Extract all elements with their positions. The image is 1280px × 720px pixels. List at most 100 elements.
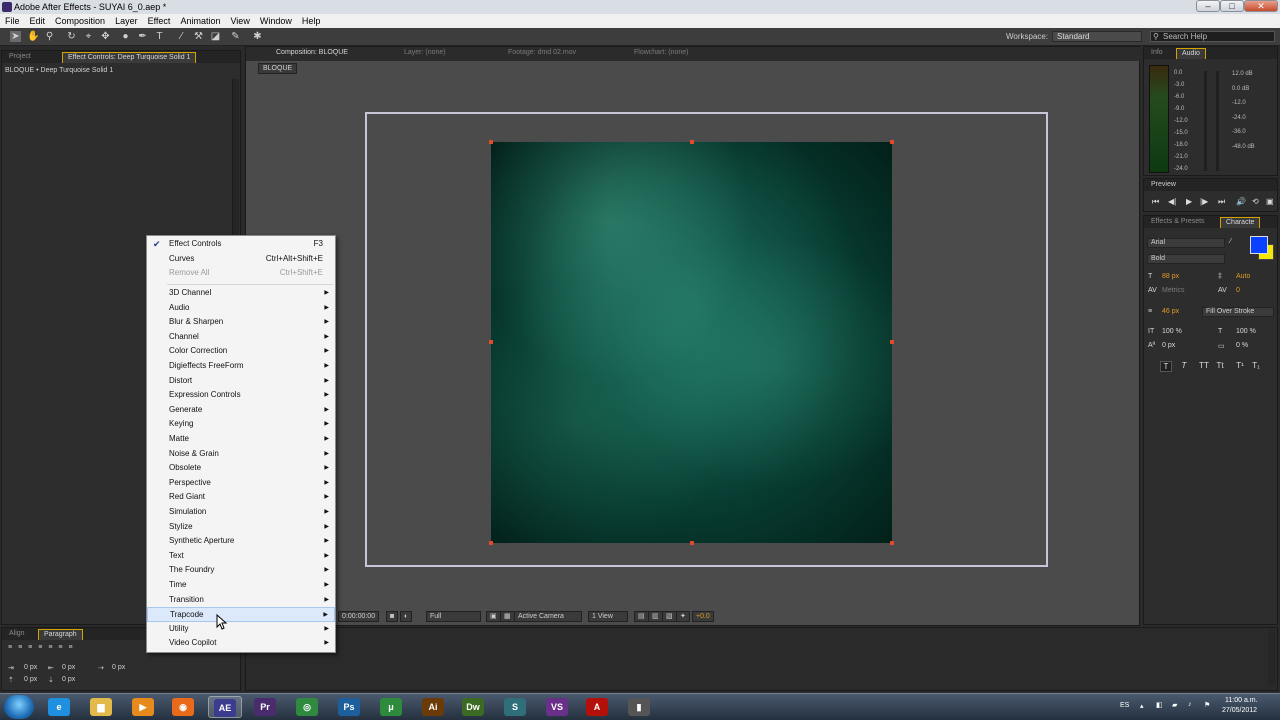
- mask-tool-icon[interactable]: ●: [120, 31, 131, 42]
- exposure-value[interactable]: +0.0: [692, 611, 714, 622]
- superscript-button[interactable]: T¹: [1234, 361, 1246, 372]
- first-frame-icon[interactable]: ⏮: [1152, 197, 1159, 207]
- menu-item-video-copilot[interactable]: Video Copilot ▶: [147, 636, 335, 651]
- menu-item-audio[interactable]: Audio ▶: [147, 301, 335, 316]
- menu-item-synthetic-aperture[interactable]: Synthetic Aperture ▶: [147, 534, 335, 549]
- kerning-value[interactable]: Metrics: [1162, 287, 1185, 294]
- brush-tool-icon[interactable]: ⁄: [176, 31, 187, 42]
- misc-app-icon[interactable]: ▮: [622, 696, 656, 718]
- last-frame-icon[interactable]: ⏭: [1218, 197, 1225, 207]
- menu-item-stylize[interactable]: Stylize ▶: [147, 520, 335, 535]
- layer-handle[interactable]: [489, 140, 493, 144]
- clone-stamp-icon[interactable]: ⚒: [193, 31, 204, 42]
- view-layout-select[interactable]: 1 View: [588, 611, 628, 622]
- language-indicator[interactable]: ES: [1120, 702, 1129, 709]
- after-effects-icon[interactable]: AE: [208, 696, 242, 718]
- menu-item-transition[interactable]: Transition ▶: [147, 593, 335, 608]
- indent-right-value[interactable]: 0 px: [62, 664, 75, 671]
- tray-arrow-icon[interactable]: ▴: [1140, 702, 1144, 710]
- menu-file[interactable]: File: [0, 14, 25, 28]
- paragraph-align-buttons[interactable]: ≡≡≡≡≡≡≡: [8, 644, 79, 651]
- menu-item-matte[interactable]: Matte ▶: [147, 432, 335, 447]
- region-icon[interactable]: ▣: [486, 611, 501, 622]
- leading-value[interactable]: Auto: [1236, 273, 1250, 280]
- eyedropper-icon[interactable]: ⁄: [1230, 238, 1231, 245]
- clock-time[interactable]: 11:00 a.m.: [1225, 697, 1258, 704]
- audio-slider-right[interactable]: [1216, 71, 1219, 171]
- menu-item-red-giant[interactable]: Red Giant ▶: [147, 490, 335, 505]
- photoshop-icon[interactable]: Ps: [332, 696, 366, 718]
- ram-preview-icon[interactable]: ▣: [1266, 197, 1274, 206]
- flag-icon[interactable]: ⚑: [1204, 701, 1210, 709]
- layer-handle[interactable]: [489, 340, 493, 344]
- loop-icon[interactable]: ⟲: [1252, 197, 1259, 206]
- layer-handle[interactable]: [890, 340, 894, 344]
- menu-item-obsolete[interactable]: Obsolete ▶: [147, 461, 335, 476]
- menu-item-simulation[interactable]: Simulation ▶: [147, 505, 335, 520]
- illustrator-icon[interactable]: Ai: [416, 696, 450, 718]
- tab-layer[interactable]: Layer: (none): [404, 49, 446, 56]
- tab-effects-presets[interactable]: Effects & Presets: [1146, 217, 1210, 228]
- menu-edit[interactable]: Edit: [25, 14, 51, 28]
- first-line-value[interactable]: 0 px: [112, 664, 125, 671]
- space-before-value[interactable]: 0 px: [24, 676, 37, 683]
- faux-bold-button[interactable]: T: [1160, 361, 1172, 372]
- rotation-tool-icon[interactable]: ↻: [66, 31, 77, 42]
- toggle-pixel-icon[interactable]: ▤: [634, 611, 649, 622]
- stroke-width-value[interactable]: 46 px: [1162, 308, 1179, 315]
- workspace-select[interactable]: Standard: [1052, 31, 1142, 42]
- network-icon[interactable]: ▰: [1172, 701, 1177, 709]
- teal-texture-layer[interactable]: [491, 142, 892, 543]
- menu-item-noise-grain[interactable]: Noise & Grain ▶: [147, 447, 335, 462]
- menu-view[interactable]: View: [225, 14, 254, 28]
- play-icon[interactable]: ▶: [1186, 197, 1192, 206]
- space-after-value[interactable]: 0 px: [62, 676, 75, 683]
- menu-item-channel[interactable]: Channel ▶: [147, 330, 335, 345]
- tab-audio[interactable]: Audio: [1176, 48, 1206, 59]
- zoom-tool-icon[interactable]: ⚲: [44, 31, 55, 42]
- tab-effect-controls[interactable]: Effect Controls: Deep Turquoise Solid 1: [62, 52, 197, 63]
- audio-slider-left[interactable]: [1204, 71, 1207, 171]
- search-help-input[interactable]: ⚲ Search Help: [1150, 31, 1275, 42]
- font-size-value[interactable]: 88 px: [1162, 273, 1179, 280]
- sync-icon[interactable]: S: [498, 696, 532, 718]
- minimize-button[interactable]: –: [1196, 0, 1220, 12]
- all-caps-button[interactable]: TT: [1198, 361, 1210, 372]
- menu-item-digieffects-freeform[interactable]: Digieffects FreeForm ▶: [147, 359, 335, 374]
- menu-item-remove-all[interactable]: Remove All Ctrl+Shift+E: [147, 266, 335, 281]
- transparency-grid-icon[interactable]: ▦: [500, 611, 515, 622]
- font-family-select[interactable]: Arial: [1147, 238, 1225, 248]
- menu-item-perspective[interactable]: Perspective ▶: [147, 476, 335, 491]
- tab-flowchart[interactable]: Flowchart: (none): [634, 49, 688, 56]
- camera-tool-icon[interactable]: ⌖: [83, 31, 94, 42]
- premiere-icon[interactable]: Pr: [248, 696, 282, 718]
- flowchart-icon[interactable]: ✦: [676, 611, 690, 622]
- pen-tool-icon[interactable]: ✒: [137, 31, 148, 42]
- prev-frame-icon[interactable]: ◀|: [1168, 197, 1176, 206]
- menu-composition[interactable]: Composition: [50, 14, 110, 28]
- maximize-button[interactable]: □: [1220, 0, 1244, 12]
- acrobat-icon[interactable]: A: [580, 696, 614, 718]
- tab-preview[interactable]: Preview: [1146, 180, 1181, 191]
- tab-paragraph[interactable]: Paragraph: [38, 629, 83, 640]
- menu-item-utility[interactable]: Utility ▶: [147, 622, 335, 637]
- resolution-select[interactable]: Full: [426, 611, 481, 622]
- selection-tool-icon[interactable]: ➤: [10, 31, 21, 42]
- tab-footage[interactable]: Footage: dmd 02.mov: [508, 49, 576, 56]
- type-tool-icon[interactable]: T: [154, 31, 165, 42]
- layer-handle[interactable]: [890, 541, 894, 545]
- menu-item-distort[interactable]: Distort ▶: [147, 374, 335, 389]
- fast-preview-icon[interactable]: ▥: [648, 611, 663, 622]
- ie-icon[interactable]: e: [42, 696, 76, 718]
- pan-behind-icon[interactable]: ✥: [100, 31, 111, 42]
- menu-item-generate[interactable]: Generate ▶: [147, 403, 335, 418]
- menu-item-keying[interactable]: Keying ▶: [147, 417, 335, 432]
- puppet-pin-icon[interactable]: ✱: [252, 31, 263, 42]
- volume-icon[interactable]: ♪: [1188, 701, 1192, 708]
- indent-left-value[interactable]: 0 px: [24, 664, 37, 671]
- menu-item-time[interactable]: Time ▶: [147, 578, 335, 593]
- tsume-value[interactable]: 0 %: [1236, 342, 1248, 349]
- tab-info[interactable]: Info: [1146, 48, 1168, 59]
- dreamweaver-icon[interactable]: Dw: [456, 696, 490, 718]
- audio-toggle-icon[interactable]: 🔊: [1236, 197, 1246, 206]
